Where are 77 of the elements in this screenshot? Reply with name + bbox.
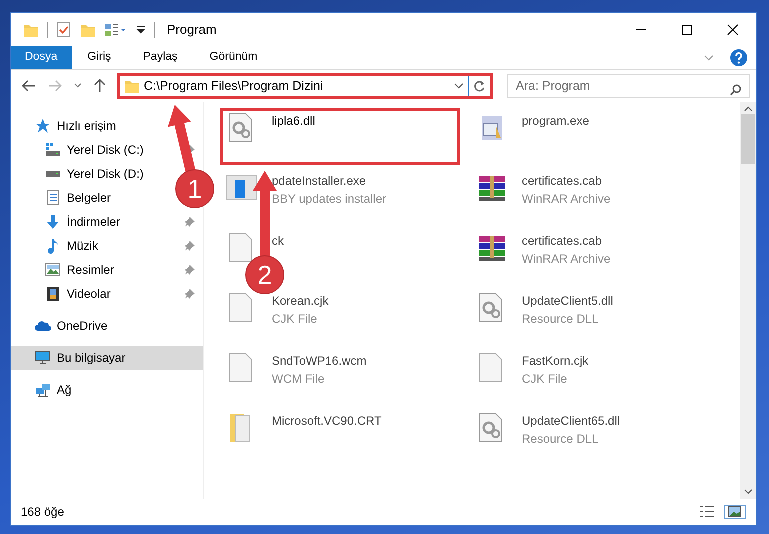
drive-icon [45,142,61,158]
file-name: pdateInstaller.exe [272,173,368,190]
file-name: program.exe [522,113,590,130]
sidebar-item[interactable]: Bu bilgisayar [11,346,203,370]
file-name: UpdateClient65.dll [522,413,620,430]
file-item[interactable]: program.exe [470,108,710,165]
file-item[interactable]: lipla6.dll [220,108,460,165]
search-icon [730,84,742,96]
sidebar-item[interactable]: Yerel Disk (C:) [11,138,141,162]
file-type: WCM File [272,371,326,388]
file-name: Korean.cjk [272,293,329,310]
file-type: WinRAR Archive [522,191,611,208]
file-type: Resource DLL [522,431,600,448]
star-icon [35,118,51,134]
maximize-icon [681,24,693,36]
file-type: Resource DLL [522,311,600,328]
file-name: certificates.cab [522,233,604,250]
number-badge [176,170,214,208]
file-name: Microsoft.VC90.CRT [272,413,382,430]
scrollbar[interactable] [740,102,756,499]
file-type: CJK File [522,371,568,388]
ribbon-tab[interactable]: Dosya [11,46,72,69]
file-item[interactable]: Korean.cjk CJK File [220,288,460,345]
window-title: Program [167,20,217,39]
search-field[interactable]: Ara: Program [507,74,750,98]
file-name: FastKorn.cjk [522,353,589,370]
sidebar-item[interactable]: OneDrive [11,314,203,338]
file-item[interactable]: SndToWP16.wcm WCM File [220,348,460,405]
scroll-up-icon[interactable] [744,106,752,112]
properties-icon[interactable] [104,22,128,38]
file-item[interactable]: certificates.cab WinRAR Archive [470,168,710,225]
sidebar-item[interactable]: Videolar [11,282,141,306]
ribbon-tab[interactable]: Görünüm [194,46,274,69]
file-name: ck [272,233,284,250]
folder-icon [124,78,140,94]
file-item[interactable]: UpdateClient5.dll Resource DLL [470,288,710,345]
file-item[interactable]: certificates.cab WinRAR Archive [470,228,710,285]
sidebar-item[interactable]: Müzik [11,234,141,258]
file-type: BBY updates installer [272,191,387,208]
help-icon[interactable] [730,48,748,66]
file-item[interactable]: UpdateClient65.dll Resource DLL [470,408,710,465]
expand-ribbon-icon[interactable] [704,54,714,60]
network-icon [35,382,51,398]
address-bar[interactable]: C:\Program Files\Program Dizini [117,73,493,99]
file-name: certificates.cab [522,173,604,190]
file-name: lipla6.dll [272,113,316,130]
sidebar-item[interactable]: Resimler [11,258,141,282]
file-name: UpdateClient5.dll [522,293,614,310]
file-type: CJK File [272,311,318,328]
ribbon-tab[interactable]: Giriş [72,46,128,69]
file-item[interactable]: FastKorn.cjk CJK File [470,348,710,405]
close-icon [727,24,739,36]
step-number: 1 [188,174,202,204]
file-type: WinRAR Archive [522,251,611,268]
computer-icon [35,350,51,366]
item-count: 168 öğe [21,504,64,521]
sidebar-item[interactable]: Hızlı erişim [11,114,203,138]
sidebar-item[interactable]: İndirmeler [11,210,141,234]
sidebar-item[interactable]: Yerel Disk (D:) [11,162,141,186]
number-badge [246,256,284,294]
sidebar-item[interactable]: Ağ [11,378,203,402]
file-name: SndToWP16.wcm [272,353,367,370]
download-icon [45,214,61,230]
checklist-icon[interactable] [56,22,72,38]
picture-icon [45,262,61,278]
step-number: 2 [258,260,272,290]
refresh-icon [473,80,486,92]
scrollbar-thumb[interactable] [741,114,755,164]
sidebar-item[interactable]: Belgeler [11,186,141,210]
ribbon-tab[interactable]: Paylaş [127,46,194,69]
drive-icon [45,170,61,178]
document-icon [45,190,61,206]
dropdown-icon[interactable] [454,83,464,89]
scroll-down-icon[interactable] [744,489,752,495]
film-icon [45,286,61,302]
file-item[interactable]: Microsoft.VC90.CRT [220,408,460,465]
large-icons-view-button[interactable] [724,505,746,519]
